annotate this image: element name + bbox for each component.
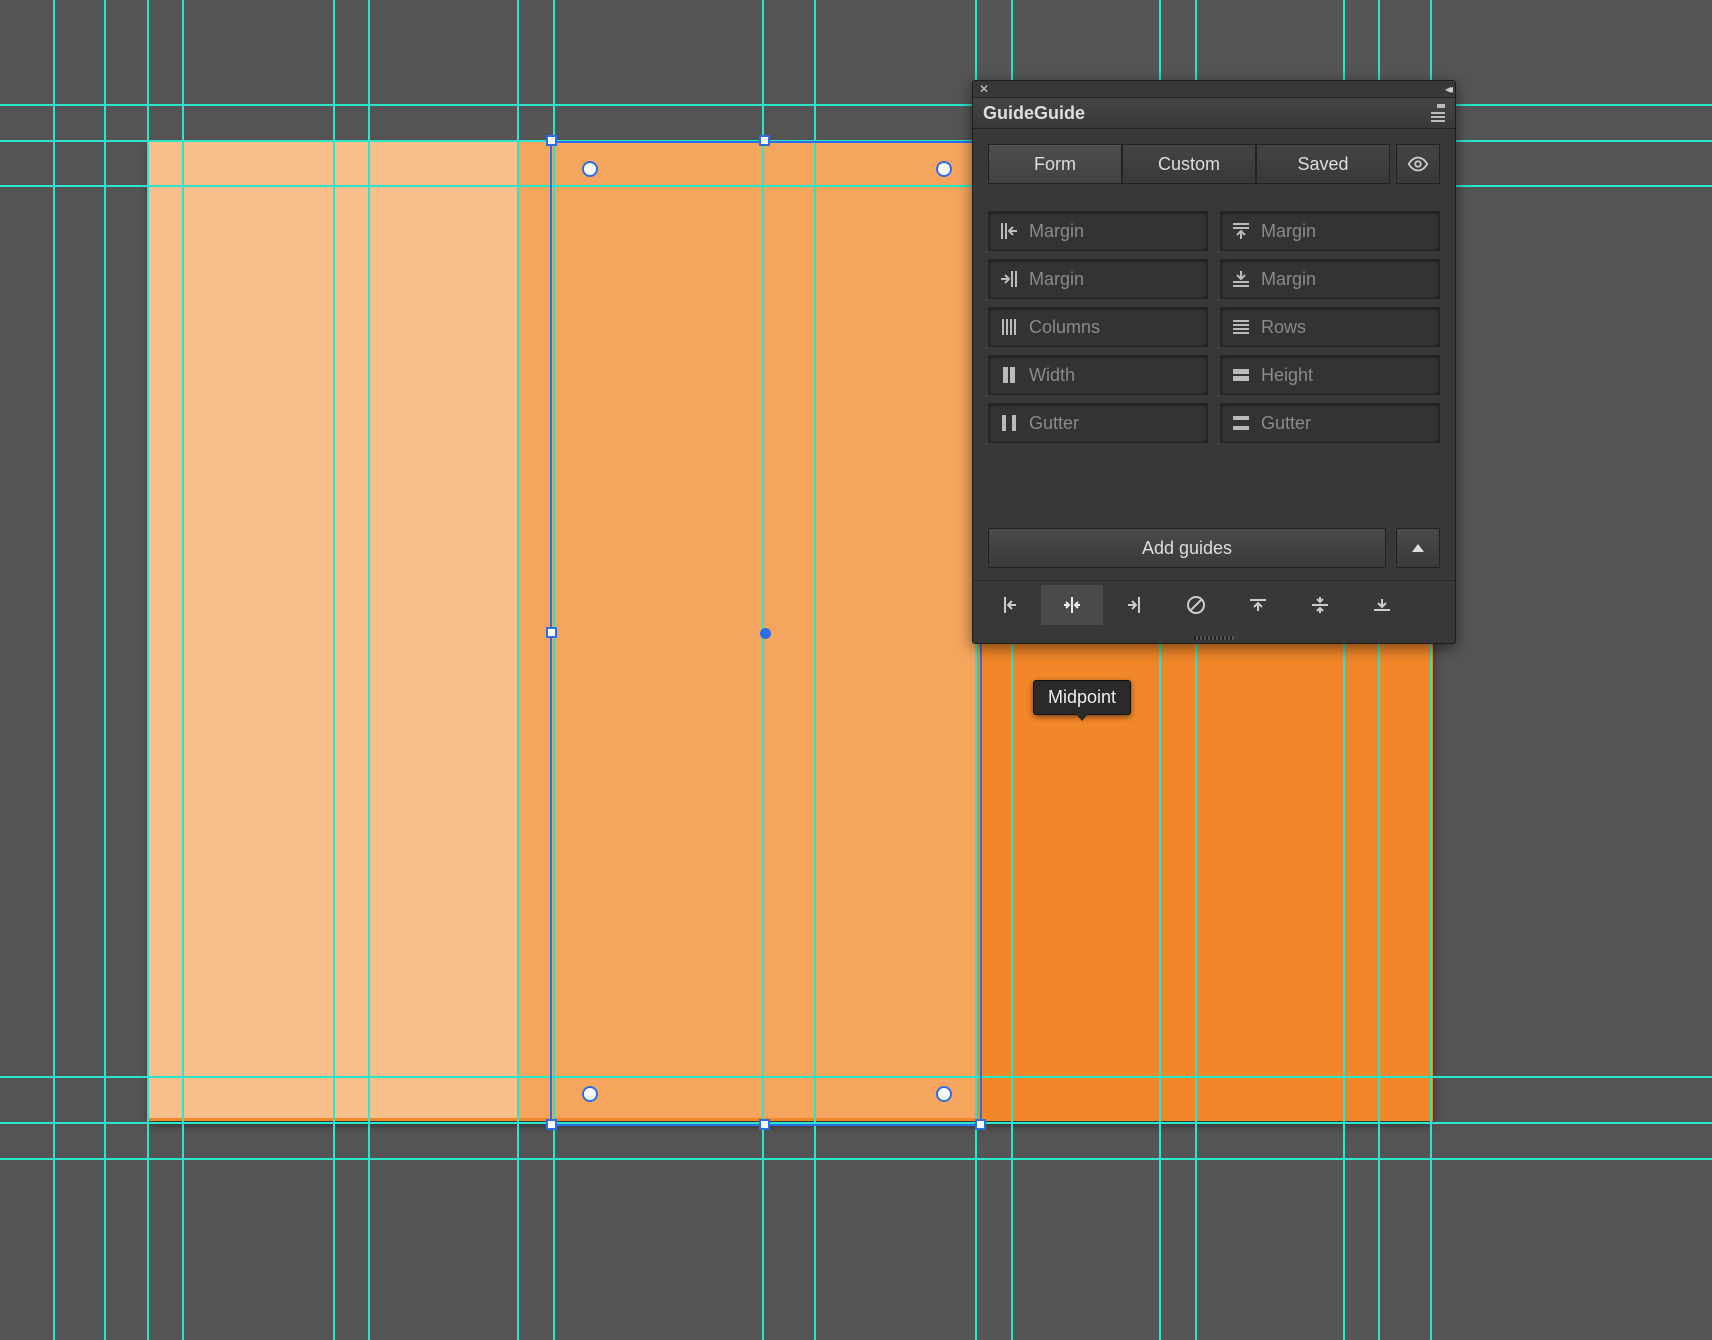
form-grid: Margin Margin Margin Margin <box>988 211 1440 443</box>
clear-icon <box>1185 594 1207 616</box>
margin-top-placeholder: Margin <box>1261 221 1316 242</box>
margin-bottom-placeholder: Margin <box>1261 269 1316 290</box>
selection-handle-bl[interactable] <box>546 1119 557 1130</box>
columns-icon <box>999 317 1019 337</box>
tooltip: Midpoint <box>1033 680 1131 715</box>
col-gutter-placeholder: Gutter <box>1029 413 1079 434</box>
guide-vertical[interactable] <box>182 0 184 1340</box>
tool-align-right[interactable] <box>1103 585 1165 625</box>
row-gutter-icon <box>1231 413 1251 433</box>
guide-horizontal[interactable] <box>0 1158 1712 1160</box>
row-gutter-placeholder: Gutter <box>1261 413 1311 434</box>
panel-title: GuideGuide <box>983 103 1085 124</box>
midpoint-icon <box>1061 594 1083 616</box>
height-input[interactable]: Height <box>1220 355 1440 395</box>
tool-clear[interactable] <box>1165 585 1227 625</box>
width-placeholder: Width <box>1029 365 1075 386</box>
panel-toolbar <box>973 580 1455 633</box>
tooltip-label: Midpoint <box>1048 687 1116 707</box>
close-icon[interactable]: ✕ <box>979 82 989 96</box>
selection-center-dot <box>760 628 771 639</box>
tab-custom-label: Custom <box>1158 154 1220 175</box>
margin-top-input[interactable]: Margin <box>1220 211 1440 251</box>
margin-right-placeholder: Margin <box>1029 269 1084 290</box>
panel-body: Form Custom Saved Margin Margin <box>973 129 1455 528</box>
tab-custom[interactable]: Custom <box>1122 144 1256 184</box>
guide-vertical[interactable] <box>517 0 519 1340</box>
columns-placeholder: Columns <box>1029 317 1100 338</box>
selection-anchor-br[interactable] <box>936 1086 952 1102</box>
guide-vertical[interactable] <box>53 0 55 1340</box>
selection-anchor-bl[interactable] <box>582 1086 598 1102</box>
margin-left-placeholder: Margin <box>1029 221 1084 242</box>
midpoint-h-icon <box>1309 594 1331 616</box>
tab-saved-label: Saved <box>1297 154 1348 175</box>
selection-handle-ml[interactable] <box>546 627 557 638</box>
row-gutter-input[interactable]: Gutter <box>1220 403 1440 443</box>
collapse-icon[interactable]: ◂◂ <box>1445 82 1449 96</box>
margin-bottom-icon <box>1231 269 1251 289</box>
tab-saved[interactable]: Saved <box>1256 144 1390 184</box>
panel-resize-gripper[interactable] <box>973 633 1455 643</box>
margin-right-input[interactable]: Margin <box>988 259 1208 299</box>
panel-footer-primary: Add guides <box>973 528 1455 580</box>
tab-form-label: Form <box>1034 154 1076 175</box>
expand-button[interactable] <box>1396 528 1440 568</box>
columns-input[interactable]: Columns <box>988 307 1208 347</box>
align-bottom-icon <box>1371 594 1393 616</box>
guide-vertical[interactable] <box>333 0 335 1340</box>
width-input[interactable]: Width <box>988 355 1208 395</box>
triangle-up-icon <box>1410 540 1426 556</box>
add-guides-label: Add guides <box>1142 538 1232 559</box>
rows-icon <box>1231 317 1251 337</box>
margin-right-icon <box>999 269 1019 289</box>
margin-top-icon <box>1231 221 1251 241</box>
col-gutter-input[interactable]: Gutter <box>988 403 1208 443</box>
tool-align-left[interactable] <box>979 585 1041 625</box>
guideguide-panel: ✕ ◂◂ GuideGuide Form Custom Saved Margin <box>972 80 1456 644</box>
col-gutter-icon <box>999 413 1019 433</box>
height-placeholder: Height <box>1261 365 1313 386</box>
align-left-icon <box>999 594 1021 616</box>
align-top-icon <box>1247 594 1269 616</box>
height-icon <box>1231 365 1251 385</box>
selection-handle-tm[interactable] <box>759 135 770 146</box>
margin-left-icon <box>999 221 1019 241</box>
tool-midpoint-h[interactable] <box>1289 585 1351 625</box>
margin-bottom-input[interactable]: Margin <box>1220 259 1440 299</box>
panel-chrome: ✕ ◂◂ <box>973 81 1455 98</box>
guide-vertical[interactable] <box>147 0 149 1340</box>
panel-titlebar[interactable]: GuideGuide <box>973 98 1455 129</box>
selection-anchor-tl[interactable] <box>582 161 598 177</box>
width-icon <box>999 365 1019 385</box>
tool-midpoint[interactable] <box>1041 585 1103 625</box>
guide-vertical[interactable] <box>104 0 106 1340</box>
visibility-toggle[interactable] <box>1396 144 1440 184</box>
tool-align-top[interactable] <box>1227 585 1289 625</box>
selection-handle-tl[interactable] <box>546 135 557 146</box>
selection-handle-br[interactable] <box>975 1119 986 1130</box>
tab-row: Form Custom Saved <box>988 144 1440 184</box>
eye-icon <box>1407 153 1429 175</box>
margin-left-input[interactable]: Margin <box>988 211 1208 251</box>
panel-menu-icon[interactable] <box>1425 103 1445 123</box>
selection-handle-bm[interactable] <box>759 1119 770 1130</box>
tab-form[interactable]: Form <box>988 144 1122 184</box>
add-guides-button[interactable]: Add guides <box>988 528 1386 568</box>
align-right-icon <box>1123 594 1145 616</box>
rows-placeholder: Rows <box>1261 317 1306 338</box>
guide-vertical[interactable] <box>368 0 370 1340</box>
tool-align-bottom[interactable] <box>1351 585 1413 625</box>
rows-input[interactable]: Rows <box>1220 307 1440 347</box>
selection-anchor-tr[interactable] <box>936 161 952 177</box>
